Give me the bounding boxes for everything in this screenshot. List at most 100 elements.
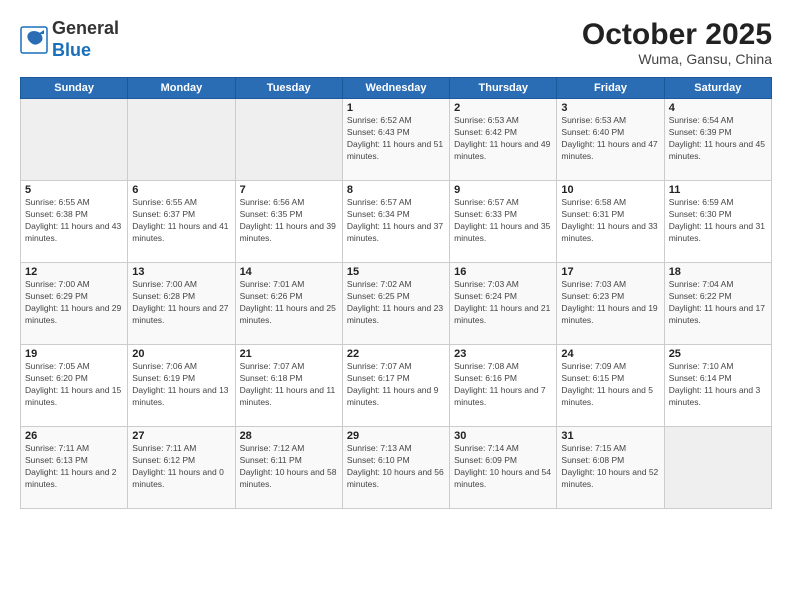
day-number: 10 <box>561 184 659 196</box>
day-info: Sunrise: 7:11 AMSunset: 6:13 PMDaylight:… <box>25 443 123 491</box>
calendar-cell <box>128 99 235 181</box>
calendar-cell: 6Sunrise: 6:55 AMSunset: 6:37 PMDaylight… <box>128 181 235 263</box>
title-block: October 2025 Wuma, Gansu, China <box>582 18 772 67</box>
day-info: Sunrise: 7:01 AMSunset: 6:26 PMDaylight:… <box>240 279 338 327</box>
day-info: Sunrise: 7:13 AMSunset: 6:10 PMDaylight:… <box>347 443 445 491</box>
day-info: Sunrise: 7:09 AMSunset: 6:15 PMDaylight:… <box>561 361 659 409</box>
logo-blue: Blue <box>52 40 91 60</box>
day-info: Sunrise: 6:53 AMSunset: 6:40 PMDaylight:… <box>561 115 659 163</box>
day-number: 9 <box>454 184 552 196</box>
day-number: 31 <box>561 430 659 442</box>
calendar-cell: 28Sunrise: 7:12 AMSunset: 6:11 PMDayligh… <box>235 427 342 509</box>
week-row: 1Sunrise: 6:52 AMSunset: 6:43 PMDaylight… <box>21 99 772 181</box>
day-number: 29 <box>347 430 445 442</box>
calendar-cell: 3Sunrise: 6:53 AMSunset: 6:40 PMDaylight… <box>557 99 664 181</box>
day-info: Sunrise: 7:08 AMSunset: 6:16 PMDaylight:… <box>454 361 552 409</box>
logo: General Blue <box>20 18 119 61</box>
week-row: 5Sunrise: 6:55 AMSunset: 6:38 PMDaylight… <box>21 181 772 263</box>
weekday-header: Monday <box>128 78 235 99</box>
day-number: 22 <box>347 348 445 360</box>
day-number: 1 <box>347 102 445 114</box>
day-info: Sunrise: 7:07 AMSunset: 6:17 PMDaylight:… <box>347 361 445 409</box>
day-info: Sunrise: 7:11 AMSunset: 6:12 PMDaylight:… <box>132 443 230 491</box>
logo-icon <box>20 26 48 54</box>
calendar-cell: 13Sunrise: 7:00 AMSunset: 6:28 PMDayligh… <box>128 263 235 345</box>
calendar-cell: 8Sunrise: 6:57 AMSunset: 6:34 PMDaylight… <box>342 181 449 263</box>
day-number: 24 <box>561 348 659 360</box>
calendar-cell: 17Sunrise: 7:03 AMSunset: 6:23 PMDayligh… <box>557 263 664 345</box>
day-number: 23 <box>454 348 552 360</box>
day-info: Sunrise: 7:14 AMSunset: 6:09 PMDaylight:… <box>454 443 552 491</box>
day-info: Sunrise: 6:58 AMSunset: 6:31 PMDaylight:… <box>561 197 659 245</box>
calendar-cell: 21Sunrise: 7:07 AMSunset: 6:18 PMDayligh… <box>235 345 342 427</box>
calendar-cell: 24Sunrise: 7:09 AMSunset: 6:15 PMDayligh… <box>557 345 664 427</box>
day-info: Sunrise: 6:57 AMSunset: 6:33 PMDaylight:… <box>454 197 552 245</box>
calendar-title: October 2025 <box>582 18 772 51</box>
day-info: Sunrise: 6:57 AMSunset: 6:34 PMDaylight:… <box>347 197 445 245</box>
day-info: Sunrise: 7:03 AMSunset: 6:24 PMDaylight:… <box>454 279 552 327</box>
weekday-header: Friday <box>557 78 664 99</box>
calendar-cell: 12Sunrise: 7:00 AMSunset: 6:29 PMDayligh… <box>21 263 128 345</box>
calendar-cell: 7Sunrise: 6:56 AMSunset: 6:35 PMDaylight… <box>235 181 342 263</box>
day-number: 5 <box>25 184 123 196</box>
day-number: 14 <box>240 266 338 278</box>
calendar-cell: 22Sunrise: 7:07 AMSunset: 6:17 PMDayligh… <box>342 345 449 427</box>
calendar-cell: 25Sunrise: 7:10 AMSunset: 6:14 PMDayligh… <box>664 345 771 427</box>
calendar-cell: 19Sunrise: 7:05 AMSunset: 6:20 PMDayligh… <box>21 345 128 427</box>
week-row: 19Sunrise: 7:05 AMSunset: 6:20 PMDayligh… <box>21 345 772 427</box>
calendar-cell: 29Sunrise: 7:13 AMSunset: 6:10 PMDayligh… <box>342 427 449 509</box>
weekday-header-row: SundayMondayTuesdayWednesdayThursdayFrid… <box>21 78 772 99</box>
day-info: Sunrise: 6:53 AMSunset: 6:42 PMDaylight:… <box>454 115 552 163</box>
calendar-cell: 2Sunrise: 6:53 AMSunset: 6:42 PMDaylight… <box>450 99 557 181</box>
day-number: 18 <box>669 266 767 278</box>
day-info: Sunrise: 6:55 AMSunset: 6:37 PMDaylight:… <box>132 197 230 245</box>
day-info: Sunrise: 7:05 AMSunset: 6:20 PMDaylight:… <box>25 361 123 409</box>
day-info: Sunrise: 7:00 AMSunset: 6:29 PMDaylight:… <box>25 279 123 327</box>
day-info: Sunrise: 7:04 AMSunset: 6:22 PMDaylight:… <box>669 279 767 327</box>
header: General Blue October 2025 Wuma, Gansu, C… <box>20 18 772 67</box>
day-info: Sunrise: 7:06 AMSunset: 6:19 PMDaylight:… <box>132 361 230 409</box>
calendar-cell: 31Sunrise: 7:15 AMSunset: 6:08 PMDayligh… <box>557 427 664 509</box>
day-info: Sunrise: 7:10 AMSunset: 6:14 PMDaylight:… <box>669 361 767 409</box>
calendar-cell: 18Sunrise: 7:04 AMSunset: 6:22 PMDayligh… <box>664 263 771 345</box>
day-number: 8 <box>347 184 445 196</box>
calendar-cell: 5Sunrise: 6:55 AMSunset: 6:38 PMDaylight… <box>21 181 128 263</box>
day-number: 7 <box>240 184 338 196</box>
calendar-cell <box>664 427 771 509</box>
calendar-table: SundayMondayTuesdayWednesdayThursdayFrid… <box>20 77 772 509</box>
weekday-header: Saturday <box>664 78 771 99</box>
weekday-header: Sunday <box>21 78 128 99</box>
day-info: Sunrise: 7:02 AMSunset: 6:25 PMDaylight:… <box>347 279 445 327</box>
weekday-header: Tuesday <box>235 78 342 99</box>
calendar-cell: 20Sunrise: 7:06 AMSunset: 6:19 PMDayligh… <box>128 345 235 427</box>
calendar-cell: 26Sunrise: 7:11 AMSunset: 6:13 PMDayligh… <box>21 427 128 509</box>
day-number: 27 <box>132 430 230 442</box>
calendar-cell: 4Sunrise: 6:54 AMSunset: 6:39 PMDaylight… <box>664 99 771 181</box>
day-number: 11 <box>669 184 767 196</box>
day-number: 6 <box>132 184 230 196</box>
day-info: Sunrise: 7:00 AMSunset: 6:28 PMDaylight:… <box>132 279 230 327</box>
calendar-cell: 14Sunrise: 7:01 AMSunset: 6:26 PMDayligh… <box>235 263 342 345</box>
day-number: 13 <box>132 266 230 278</box>
day-info: Sunrise: 7:12 AMSunset: 6:11 PMDaylight:… <box>240 443 338 491</box>
day-number: 20 <box>132 348 230 360</box>
day-number: 12 <box>25 266 123 278</box>
day-info: Sunrise: 6:55 AMSunset: 6:38 PMDaylight:… <box>25 197 123 245</box>
day-number: 17 <box>561 266 659 278</box>
day-info: Sunrise: 6:59 AMSunset: 6:30 PMDaylight:… <box>669 197 767 245</box>
weekday-header: Thursday <box>450 78 557 99</box>
calendar-cell: 1Sunrise: 6:52 AMSunset: 6:43 PMDaylight… <box>342 99 449 181</box>
day-number: 25 <box>669 348 767 360</box>
calendar-cell: 9Sunrise: 6:57 AMSunset: 6:33 PMDaylight… <box>450 181 557 263</box>
calendar-cell: 10Sunrise: 6:58 AMSunset: 6:31 PMDayligh… <box>557 181 664 263</box>
calendar-cell: 27Sunrise: 7:11 AMSunset: 6:12 PMDayligh… <box>128 427 235 509</box>
logo-general: General <box>52 18 119 38</box>
calendar-subtitle: Wuma, Gansu, China <box>582 51 772 67</box>
day-number: 19 <box>25 348 123 360</box>
day-number: 2 <box>454 102 552 114</box>
day-number: 21 <box>240 348 338 360</box>
day-number: 16 <box>454 266 552 278</box>
week-row: 26Sunrise: 7:11 AMSunset: 6:13 PMDayligh… <box>21 427 772 509</box>
weekday-header: Wednesday <box>342 78 449 99</box>
calendar-cell: 15Sunrise: 7:02 AMSunset: 6:25 PMDayligh… <box>342 263 449 345</box>
